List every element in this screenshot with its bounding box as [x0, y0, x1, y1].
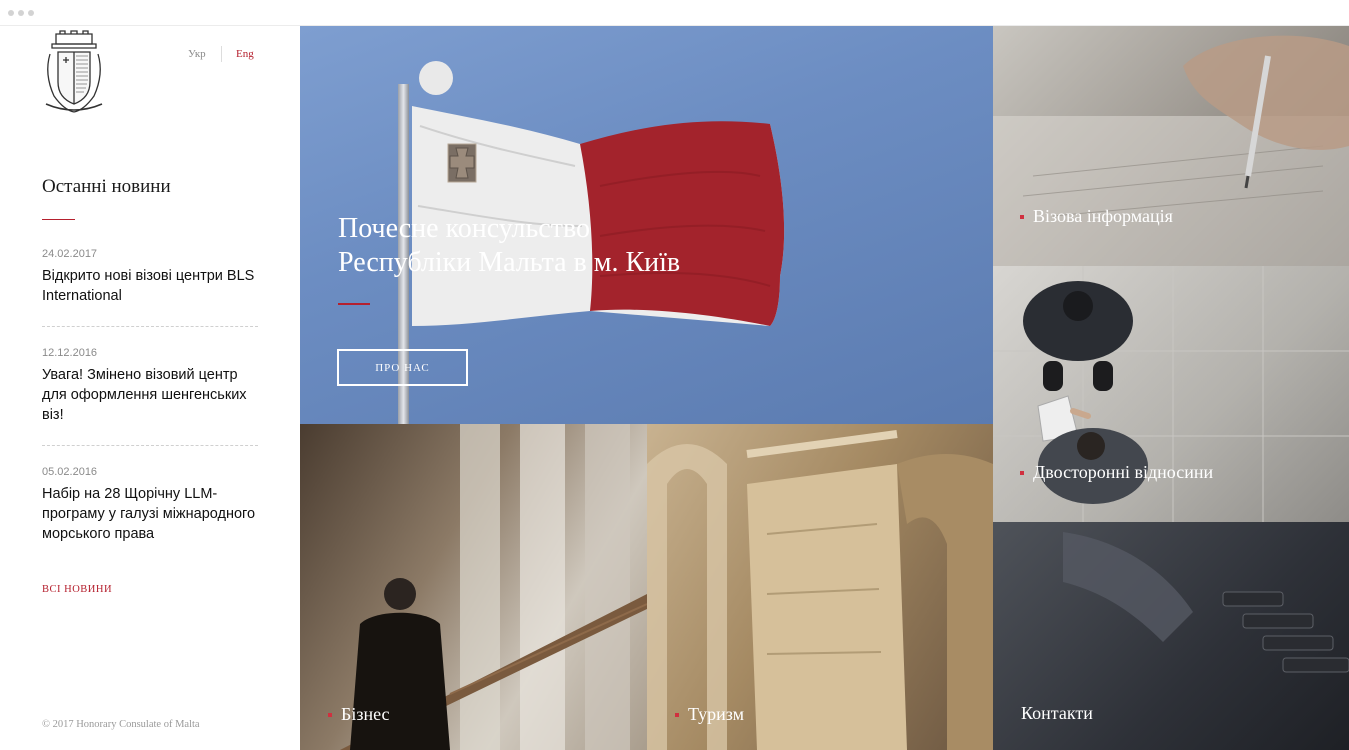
hero-title: Почесне консульство Республіки Мальта в …: [338, 212, 758, 280]
tile-business[interactable]: Бізнес: [300, 424, 647, 750]
tile-visa-label[interactable]: Візова інформація: [1020, 206, 1173, 227]
business-man-image: [340, 424, 647, 750]
handshake-image: [993, 266, 1349, 522]
bullet-icon: [1020, 214, 1024, 219]
bullet-icon: [675, 712, 679, 717]
news-text[interactable]: Увага! Змінено візовий центр для оформле…: [42, 365, 258, 425]
tile-tourism-label[interactable]: Туризм: [675, 704, 744, 725]
news-item[interactable]: 05.02.2016 Набір на 28 Щорічну LLM-прогр…: [42, 466, 258, 544]
tile-tourism-text: Туризм: [688, 704, 744, 724]
arcade-image: [647, 430, 993, 750]
news-date: 24.02.2017: [42, 248, 98, 260]
lang-divider: [221, 46, 222, 62]
hero-title-line2: Республіки Мальта в м. Київ: [338, 247, 681, 278]
tile-contacts[interactable]: Контакти: [993, 522, 1349, 750]
news-item[interactable]: 24.02.2017 Відкрито нові візові центри B…: [42, 248, 258, 306]
lang-eng-link[interactable]: Eng: [236, 48, 254, 60]
tile-business-label[interactable]: Бізнес: [328, 704, 390, 725]
about-us-button[interactable]: ПРО НАС: [337, 349, 468, 386]
hero-rule: [338, 303, 370, 305]
news-text[interactable]: Відкрито нові візові центри BLS Internat…: [42, 266, 258, 306]
sidebar: Укр Eng Останні новини 24.02.2017 Відкри…: [0, 26, 300, 750]
bullet-icon: [1020, 470, 1024, 475]
pen-writing-image: [993, 35, 1349, 266]
all-news-link[interactable]: ВСІ НОВИНИ: [42, 584, 112, 595]
news-text[interactable]: Набір на 28 Щорічну LLM-програму у галуз…: [42, 484, 258, 544]
tile-visa-info[interactable]: Візова інформація: [993, 26, 1349, 266]
news-divider: [42, 445, 258, 446]
tile-tourism[interactable]: Туризм: [647, 424, 993, 750]
news-heading: Останні новини: [42, 176, 171, 197]
bullet-icon: [328, 712, 332, 717]
browser-bar: [0, 0, 1349, 26]
news-divider: [42, 326, 258, 327]
news-date: 05.02.2016: [42, 466, 98, 478]
tile-bilateral-label[interactable]: Двосторонні відносини: [1020, 462, 1213, 483]
tile-business-text: Бізнес: [341, 704, 390, 724]
lang-ukr-link[interactable]: Укр: [188, 48, 206, 60]
tile-bilateral-text: Двосторонні відносини: [1033, 462, 1214, 482]
news-heading-rule: [42, 219, 75, 220]
copyright: © 2017 Honorary Consulate of Malta: [42, 719, 200, 730]
tile-bilateral-relations[interactable]: Двосторонні відносини: [993, 266, 1349, 522]
tile-contacts-label[interactable]: Контакти: [1021, 703, 1093, 724]
hero-title-line1: Почесне консульство: [338, 213, 590, 244]
window-dots: [8, 10, 34, 16]
malta-coat-of-arms-icon[interactable]: [42, 30, 106, 114]
tile-visa-text: Візова інформація: [1033, 206, 1173, 226]
hero: Почесне консульство Республіки Мальта в …: [300, 26, 993, 424]
news-date: 12.12.2016: [42, 347, 98, 359]
news-item[interactable]: 12.12.2016 Увага! Змінено візовий центр …: [42, 347, 258, 425]
